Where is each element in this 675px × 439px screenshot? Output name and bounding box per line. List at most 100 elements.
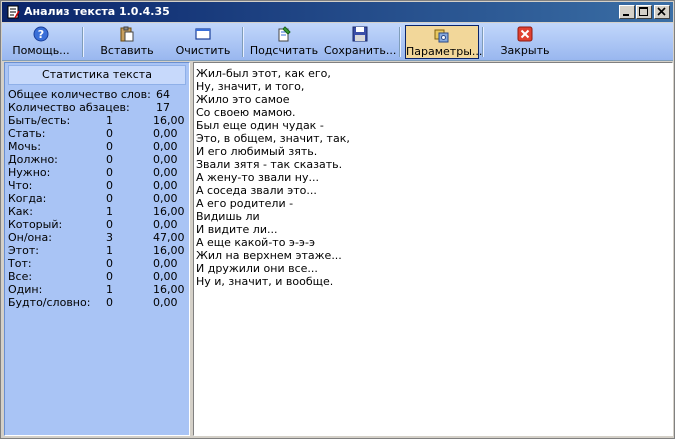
paste-icon	[120, 26, 134, 42]
stat-count: 0	[106, 153, 113, 166]
toolbar-separator	[482, 27, 484, 57]
text-editor[interactable]: Жил-был этот, как его, Ну, значит, и того…	[193, 62, 673, 436]
stat-label: Тот:	[8, 257, 32, 270]
stat-row: Будто/словно: 0 0,00	[8, 296, 186, 309]
close-window-button[interactable]	[654, 5, 670, 19]
stat-row: Нужно: 0 0,00	[8, 166, 186, 179]
text-line: И видите ли...	[196, 223, 278, 236]
count-icon	[278, 26, 291, 42]
app-window: Анализ текста 1.0.4.35 ? Помощь... Встав…	[0, 0, 675, 439]
stat-row: Когда: 0 0,00	[8, 192, 186, 205]
toolbar-separator	[82, 27, 84, 57]
stat-percent: 0,00	[153, 127, 178, 140]
close-button-label: Закрыть	[500, 44, 550, 57]
text-line: А его родители -	[196, 197, 294, 210]
maximize-button[interactable]	[636, 5, 652, 19]
count-button-label: Подсчитать	[249, 44, 319, 57]
stat-percent: 0,00	[153, 179, 178, 192]
stat-label: Что:	[8, 179, 33, 192]
clear-icon	[195, 28, 211, 40]
save-button[interactable]: Сохранить...	[324, 25, 396, 59]
stat-count: 0	[106, 296, 113, 309]
stat-row: Один: 1 16,00	[8, 283, 186, 296]
stat-label: Должно:	[8, 153, 58, 166]
stat-row: Должно: 0 0,00	[8, 153, 186, 166]
stat-count: 0	[106, 179, 113, 192]
minimize-button[interactable]	[619, 5, 635, 19]
stat-label: Нужно:	[8, 166, 51, 179]
stat-count: 1	[106, 244, 113, 257]
stat-count: 1	[106, 205, 113, 218]
stat-count: 0	[106, 192, 113, 205]
clear-button[interactable]: Очистить	[168, 25, 238, 59]
stat-row: Стать: 0 0,00	[8, 127, 186, 140]
stat-count: 0	[106, 257, 113, 270]
stat-count: 0	[106, 270, 113, 283]
stat-count: 3	[106, 231, 113, 244]
stat-row: Он/она: 3 47,00	[8, 231, 186, 244]
text-line: А жену-то звали ну...	[196, 171, 319, 184]
text-line: А соседа звали это...	[196, 184, 317, 197]
paste-button-label: Вставить	[100, 44, 154, 57]
toolbar: ? Помощь... Вставить Очистить Подсчитать…	[2, 23, 673, 61]
count-button[interactable]: Подсчитать	[248, 25, 320, 59]
title-bar[interactable]: Анализ текста 1.0.4.35	[2, 2, 673, 22]
toolbar-separator	[242, 27, 244, 57]
help-button[interactable]: ? Помощь...	[4, 25, 78, 59]
text-line: Был еще один чудак -	[196, 119, 324, 132]
settings-button[interactable]: Параметры...	[405, 25, 482, 59]
text-line: И дружили они все...	[196, 262, 318, 275]
stat-percent: 16,00	[153, 205, 185, 218]
stat-percent: 16,00	[153, 114, 185, 127]
stat-label: Стать:	[8, 127, 46, 140]
text-line: Звали зятя - так сказать.	[196, 158, 343, 171]
stat-count: 0	[106, 166, 113, 179]
stat-percent: 0,00	[153, 218, 178, 231]
stat-label: Как:	[8, 205, 33, 218]
settings-icon	[434, 29, 449, 43]
stat-row: Быть/есть: 1 16,00	[8, 114, 186, 127]
help-button-label: Помощь...	[12, 44, 70, 57]
text-line: Видишь ли	[196, 210, 260, 223]
clear-button-label: Очистить	[175, 44, 231, 57]
summary-value: 17	[156, 101, 170, 114]
summary-label: Общее количество слов:	[8, 88, 151, 101]
paste-button[interactable]: Вставить	[90, 25, 164, 59]
close-button[interactable]: Закрыть	[488, 25, 562, 59]
stat-row: Все: 0 0,00	[8, 270, 186, 283]
stat-count: 0	[106, 127, 113, 140]
stat-count: 0	[106, 140, 113, 153]
stat-count: 0	[106, 218, 113, 231]
stat-row: Что: 0 0,00	[8, 179, 186, 192]
stat-row: Этот: 1 16,00	[8, 244, 186, 257]
save-button-label: Сохранить...	[324, 44, 397, 57]
summary-label: Количество абзацев:	[8, 101, 130, 114]
minimize-icon	[623, 14, 629, 16]
maximize-icon	[639, 7, 648, 16]
stat-count: 1	[106, 114, 113, 127]
stat-percent: 0,00	[153, 153, 178, 166]
stat-row: Как: 1 16,00	[8, 205, 186, 218]
stat-label: Быть/есть:	[8, 114, 71, 127]
stat-percent: 0,00	[153, 257, 178, 270]
app-icon	[7, 5, 20, 19]
stat-count: 1	[106, 283, 113, 296]
stat-row: Тот: 0 0,00	[8, 257, 186, 270]
stat-label: Он/она:	[8, 231, 52, 244]
text-line: Это, в общем, значит, так,	[196, 132, 350, 145]
text-line: Жило это самое	[196, 93, 290, 106]
text-line: Ну, значит, и того,	[196, 80, 305, 93]
stat-label: Который:	[8, 218, 63, 231]
stat-label: Будто/словно:	[8, 296, 91, 309]
stat-label: Когда:	[8, 192, 47, 205]
text-line: И его любимый зять.	[196, 145, 318, 158]
help-icon: ?	[33, 26, 49, 42]
stat-label: Один:	[8, 283, 43, 296]
stat-percent: 0,00	[153, 140, 178, 153]
text-line: А еще какой-то э-э-э	[196, 236, 315, 249]
stat-percent: 0,00	[153, 192, 178, 205]
toolbar-separator	[399, 27, 401, 57]
text-line: Жил-был этот, как его,	[196, 67, 331, 80]
window-title: Анализ текста 1.0.4.35	[24, 5, 170, 18]
stats-panel-header: Статистика текста	[8, 65, 186, 85]
